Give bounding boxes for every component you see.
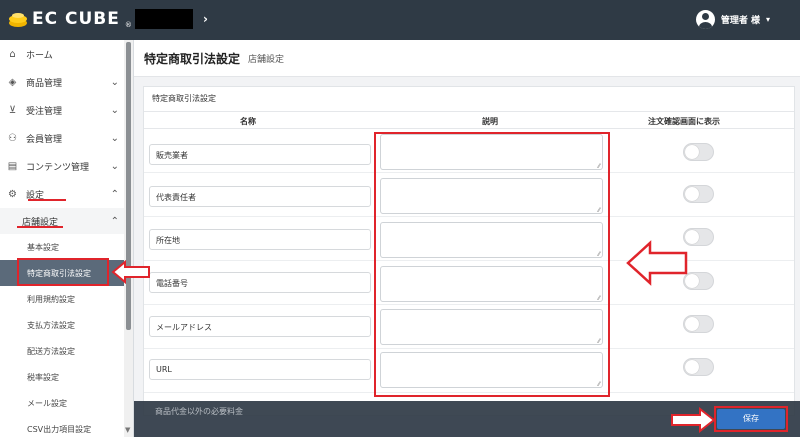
sidebar-item-label: ホーム [26,50,53,61]
top-bar: EC CUBE ® › 管理者 様 ▾ [0,0,800,40]
user-menu[interactable]: 管理者 様 ▾ [695,10,770,29]
shop-name-redacted[interactable] [135,9,193,29]
page-title: 特定商取引法設定 [144,51,241,66]
document-icon: ▤ [7,160,18,172]
page-subtitle: 店舗設定 [248,54,285,65]
toggle-knob [685,187,699,201]
sidebar-item-products[interactable]: ◈ 商品管理 ⌄ [0,68,133,96]
name-field[interactable]: 所在地 [149,229,371,250]
scroll-down-arrow-icon[interactable]: ▼ [125,426,130,434]
annotation-underline-shop-settings [17,226,63,228]
show-toggle[interactable] [683,358,714,376]
sidebar-item-label: コンテンツ管理 [26,162,90,173]
sidebar-item-label: 受注管理 [26,106,63,117]
gear-icon: ⚙ [8,188,17,200]
chevron-down-icon: ⌄ [110,132,119,144]
name-field[interactable]: 電話番号 [149,272,371,293]
table-header: 名称 説明 注文確認画面に表示 [144,111,794,129]
logo-trademark: ® [124,21,132,29]
chevron-down-icon: ⌄ [110,76,119,88]
sidebar-item-label: 商品管理 [26,78,63,89]
sidebar-leaf-delivery[interactable]: 配送方法設定 [0,338,133,364]
sidebar-item-settings[interactable]: ⚙ 設定 ⌃ [0,180,133,208]
sidebar-item-home[interactable]: ⌂ ホーム [0,40,133,68]
box-icon: ◈ [8,76,17,88]
sidebar-subitem-shop-settings[interactable]: 店舗設定 ⌃ [0,208,133,234]
show-toggle[interactable] [683,315,714,333]
name-field[interactable]: 代表責任者 [149,186,371,207]
sidebar-leaf-basic[interactable]: 基本設定 [0,234,133,260]
column-description-header: 説明 [482,117,498,126]
annotation-arrow-left-icon [626,240,688,286]
sidebar-leaf-mail[interactable]: メール設定 [0,390,133,416]
annotation-highlight-description-column [374,132,610,397]
sidebar-leaf-tax[interactable]: 税率設定 [0,364,133,390]
users-icon: ⚇ [8,132,17,144]
sidebar-item-contents[interactable]: ▤ コンテンツ管理 ⌄ [0,152,133,180]
sidebar: ⌂ ホーム ◈ 商品管理 ⌄ ⊻ 受注管理 ⌄ ⚇ 会員管理 ⌄ ▤ コンテンツ… [0,40,134,437]
annotation-highlight-save-button [714,406,788,432]
toggle-knob [685,145,699,159]
name-field[interactable]: 販売業者 [149,144,371,165]
sidebar-item-label: 会員管理 [26,134,63,145]
column-name-header: 名称 [240,117,256,126]
sidebar-leaf-csv[interactable]: CSV出力項目設定 [0,416,133,437]
row-label-peek: 商品代金以外の必要料金 [155,407,243,416]
user-name: 管理者 様 [720,16,760,26]
chevron-down-icon: ⌄ [110,104,119,116]
column-show-header: 注文確認画面に表示 [648,117,720,126]
page-header: 特定商取引法設定 店舗設定 [134,40,800,77]
logo-text: EC CUBE [32,9,120,29]
show-toggle[interactable] [683,143,714,161]
sidebar-scroll-thumb[interactable] [126,42,131,330]
chevron-up-icon: ⌃ [110,188,119,200]
cart-icon: ⊻ [8,104,17,116]
user-avatar-icon [695,10,715,29]
logo-icon [9,13,27,27]
annotation-arrow-right-icon [671,407,716,433]
chevron-down-icon: ⌄ [110,160,119,172]
name-field[interactable]: URL [149,359,371,380]
caret-down-icon: ▾ [765,15,770,24]
name-field[interactable]: メールアドレス [149,316,371,337]
card-title: 特定商取引法設定 [152,94,216,103]
show-toggle[interactable] [683,185,714,203]
annotation-underline-settings [28,199,66,201]
toggle-knob [685,317,699,331]
chevron-up-icon: ⌃ [110,215,119,227]
sidebar-item-orders[interactable]: ⊻ 受注管理 ⌄ [0,96,133,124]
annotation-highlight-active-menu [17,258,109,286]
home-icon: ⌂ [9,48,16,60]
ec-cube-logo[interactable]: EC CUBE ® [8,9,132,29]
chevron-right-icon[interactable]: › [203,12,208,26]
toggle-knob [685,360,699,374]
annotation-arrow-left-icon [111,260,150,284]
sidebar-leaf-terms[interactable]: 利用規約設定 [0,286,133,312]
sidebar-leaf-payment[interactable]: 支払方法設定 [0,312,133,338]
sidebar-item-members[interactable]: ⚇ 会員管理 ⌄ [0,124,133,152]
